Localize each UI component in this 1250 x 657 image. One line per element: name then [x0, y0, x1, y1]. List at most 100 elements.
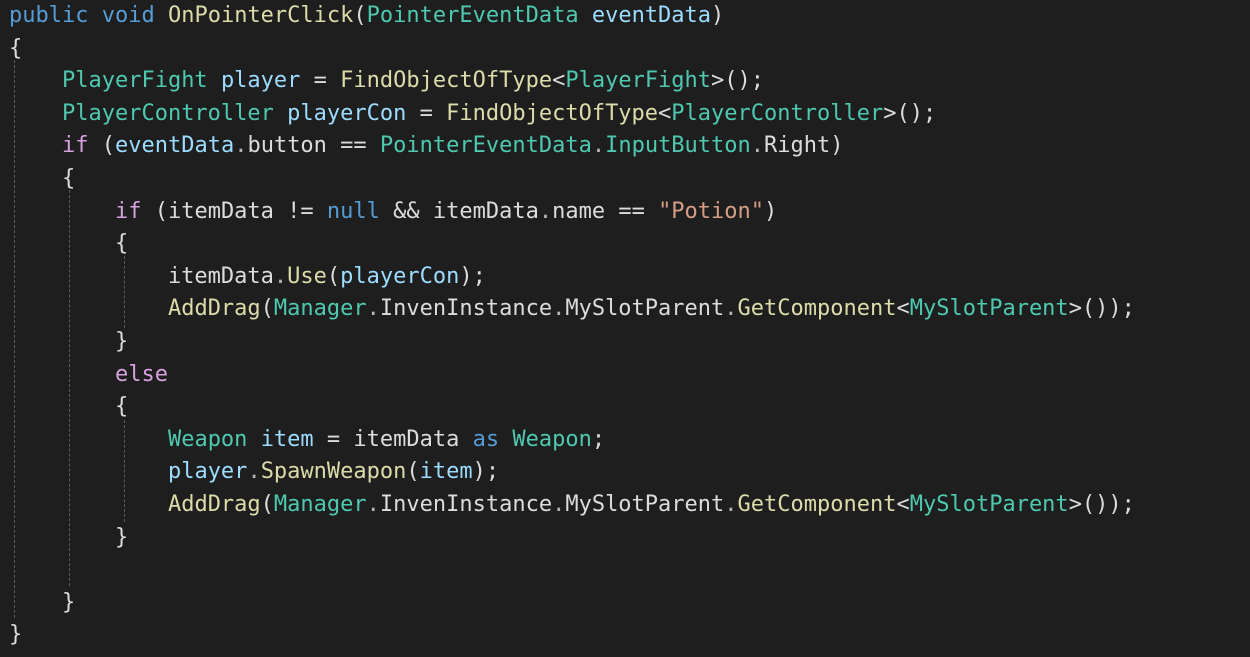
code-token: ( [353, 3, 367, 28]
code-token: && itemData [379, 198, 539, 224]
code-token: . [273, 263, 288, 289]
code-token: >()); [1068, 492, 1135, 517]
code-line[interactable]: Weapon item = itemData as Weapon; [9, 424, 605, 456]
code-line[interactable]: { [9, 391, 128, 423]
code-token: ( [326, 263, 341, 289]
code-token: . [366, 492, 380, 517]
code-token: { [9, 166, 76, 191]
code-line[interactable]: } [9, 522, 128, 554]
code-token: Weapon [512, 426, 592, 452]
code-token: AddDrag [167, 492, 261, 517]
code-token: >(); [883, 100, 937, 126]
code-line[interactable]: { [9, 33, 22, 65]
code-token: itemData [9, 263, 274, 289]
code-token: >()); [1068, 296, 1135, 322]
code-token: . [247, 459, 261, 485]
code-token: InputButton [605, 133, 751, 159]
code-line[interactable]: } [9, 619, 22, 651]
code-token: ); [472, 459, 500, 485]
code-line[interactable]: itemData.Use(playerCon); [9, 261, 486, 293]
code-line[interactable]: if (eventData.button == PointerEventData… [9, 130, 844, 162]
code-token: < [552, 68, 566, 94]
code-token: PointerEventData [366, 3, 579, 28]
code-token: MySlotParent [565, 296, 725, 322]
code-token: playerCon [340, 263, 460, 289]
code-token: if [61, 133, 89, 159]
code-token: ( [260, 296, 274, 322]
code-token: item [260, 426, 314, 452]
code-token: player [220, 68, 301, 94]
code-token: { [9, 394, 129, 420]
code-line[interactable]: AddDrag(Manager.InvenInstance.MySlotPare… [9, 293, 1135, 325]
code-token: eventData [591, 3, 712, 28]
code-line[interactable]: else [9, 359, 168, 391]
code-token: void [101, 3, 155, 28]
code-token: < [658, 100, 672, 126]
code-token: PlayerFight [565, 68, 712, 94]
code-token: . [538, 198, 553, 224]
code-token: . [591, 133, 606, 159]
code-line[interactable]: PlayerFight player = FindObjectOfType<Pl… [9, 65, 764, 97]
code-token: ( [88, 133, 115, 159]
code-line[interactable]: } [9, 326, 128, 358]
code-token: . [234, 133, 248, 159]
code-token: { [9, 35, 23, 61]
code-token: PlayerController [671, 100, 884, 126]
code-token: . [724, 296, 738, 322]
code-line[interactable]: { [9, 163, 75, 195]
code-token: ( [406, 459, 420, 485]
code-line[interactable]: public void OnPointerClick(PointerEventD… [9, 0, 724, 32]
code-token: playerCon [287, 100, 407, 126]
code-token: (itemData != [141, 198, 327, 224]
code-token: "Potion" [658, 198, 765, 224]
code-token: . [724, 492, 738, 517]
code-line[interactable]: } [9, 587, 75, 619]
code-token: button == [247, 133, 380, 159]
code-token: InvenInstance [379, 296, 553, 322]
code-token: } [9, 329, 129, 354]
code-token: item [419, 459, 473, 485]
code-token: MySlotParent [909, 296, 1069, 322]
code-token: . [552, 296, 566, 322]
code-token: if [114, 198, 142, 224]
code-token: = [406, 100, 447, 126]
code-token: GetComponent [737, 492, 897, 517]
code-line[interactable]: AddDrag(Manager.InvenInstance.MySlotPare… [9, 489, 1135, 521]
code-token: ); [459, 263, 486, 289]
code-token: null [326, 198, 380, 224]
code-editor[interactable]: public void OnPointerClick(PointerEventD… [0, 0, 1250, 657]
code-line[interactable]: if (itemData != null && itemData.name ==… [9, 196, 777, 228]
code-token: >(); [711, 68, 765, 94]
code-token: SpawnWeapon [260, 459, 407, 485]
code-token: PointerEventData [379, 133, 592, 159]
code-token: < [896, 296, 910, 322]
code-token: . [750, 133, 765, 159]
code-token: Use [287, 263, 327, 289]
code-token: } [9, 589, 76, 615]
code-token: OnPointerClick [167, 3, 354, 28]
code-token: InvenInstance [379, 492, 553, 517]
code-token: = [300, 68, 341, 94]
code-token: AddDrag [167, 296, 261, 322]
code-token: = itemData [313, 426, 473, 452]
code-token: Right) [764, 133, 844, 159]
code-line[interactable]: player.SpawnWeapon(item); [9, 456, 499, 488]
code-token: Weapon [167, 426, 248, 452]
code-token: Manager [273, 492, 367, 517]
code-token: ; [591, 426, 606, 452]
code-line[interactable]: { [9, 228, 128, 260]
code-token: GetComponent [737, 296, 897, 322]
code-token: PlayerController [61, 100, 274, 126]
code-line[interactable]: PlayerController playerCon = FindObjectO… [9, 98, 936, 130]
